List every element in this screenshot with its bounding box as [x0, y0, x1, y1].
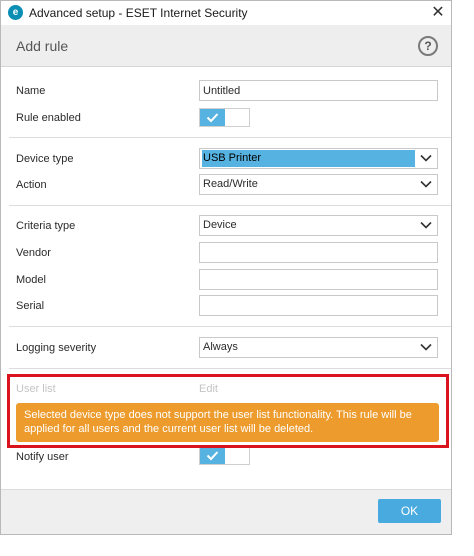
- chevron-down-icon: [420, 180, 432, 188]
- notify-user-toggle[interactable]: [199, 446, 250, 465]
- ok-button[interactable]: OK: [378, 499, 441, 523]
- action-value: Read/Write: [203, 178, 258, 190]
- section-divider: [9, 326, 451, 327]
- device-type-value: USB Printer: [202, 150, 415, 167]
- criteria-type-select[interactable]: Device: [199, 215, 438, 236]
- chevron-down-icon: [420, 154, 432, 162]
- help-icon[interactable]: ?: [418, 36, 438, 56]
- serial-label: Serial: [16, 300, 45, 312]
- rule-enabled-toggle[interactable]: [199, 108, 250, 127]
- logging-severity-value: Always: [203, 341, 238, 353]
- rule-enabled-label: Rule enabled: [16, 112, 81, 124]
- section-divider: [9, 137, 451, 138]
- model-input[interactable]: [199, 269, 438, 290]
- close-icon: ✕: [431, 4, 445, 21]
- model-label: Model: [16, 274, 46, 286]
- title-bar: e Advanced setup - ESET Internet Securit…: [1, 1, 451, 25]
- vendor-input[interactable]: [199, 242, 438, 263]
- user-list-warning: Selected device type does not support th…: [16, 403, 439, 442]
- device-type-select[interactable]: USB Printer: [199, 148, 438, 169]
- add-rule-dialog: e Advanced setup - ESET Internet Securit…: [0, 0, 452, 535]
- eset-logo-icon: e: [8, 5, 23, 20]
- criteria-type-label: Criteria type: [16, 220, 76, 232]
- section-divider: [9, 368, 451, 369]
- section-divider: [9, 205, 451, 206]
- name-label: Name: [16, 85, 46, 97]
- action-label: Action: [16, 179, 47, 191]
- chevron-down-icon: [420, 221, 432, 229]
- user-list-edit-link: Edit: [199, 383, 218, 395]
- logging-severity-label: Logging severity: [16, 342, 97, 354]
- criteria-type-value: Device: [203, 219, 237, 231]
- user-list-label: User list: [16, 383, 56, 395]
- logging-severity-select[interactable]: Always: [199, 337, 438, 358]
- device-type-label: Device type: [16, 153, 74, 165]
- dialog-header: Add rule ?: [1, 25, 451, 67]
- close-button[interactable]: ✕: [427, 3, 449, 23]
- chevron-down-icon: [420, 343, 432, 351]
- dialog-title: Add rule: [16, 38, 69, 54]
- action-select[interactable]: Read/Write: [199, 174, 438, 195]
- vendor-label: Vendor: [16, 247, 51, 259]
- check-icon: [206, 113, 219, 123]
- notify-user-label: Notify user: [16, 451, 69, 463]
- check-icon: [206, 451, 219, 461]
- name-input[interactable]: [199, 80, 438, 101]
- serial-input[interactable]: [199, 295, 438, 316]
- window-title: Advanced setup - ESET Internet Security: [29, 6, 248, 20]
- dialog-footer: OK: [1, 489, 451, 534]
